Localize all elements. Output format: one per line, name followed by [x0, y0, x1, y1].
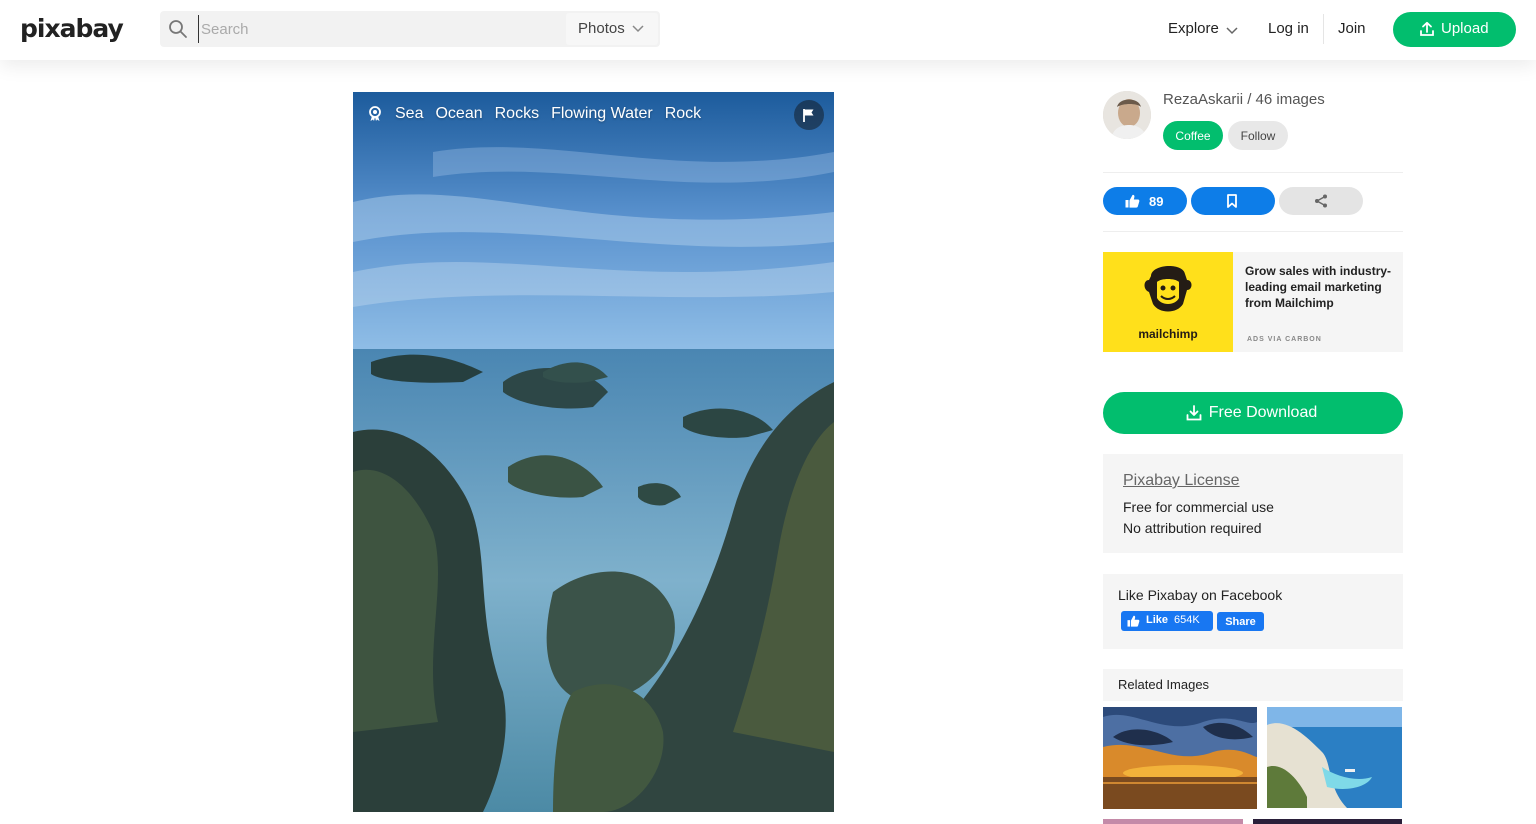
share-icon: [1315, 194, 1327, 208]
section-divider: [1103, 231, 1403, 232]
carbon-ad[interactable]: mailchimp Grow sales with industry-leadi…: [1103, 252, 1403, 352]
ad-text[interactable]: Grow sales with industry-leading email m…: [1245, 263, 1395, 311]
related-image-thumb[interactable]: [1103, 819, 1243, 824]
follow-button[interactable]: Follow: [1228, 121, 1288, 150]
avatar-image: [1103, 91, 1151, 139]
nav-divider: [1323, 14, 1324, 44]
search-input[interactable]: [198, 15, 558, 43]
related-image-thumb[interactable]: [1103, 707, 1257, 809]
author-avatar[interactable]: [1103, 91, 1151, 139]
download-label: Free Download: [1208, 404, 1318, 421]
ad-image: mailchimp: [1103, 252, 1233, 352]
login-link[interactable]: Log in: [1268, 20, 1309, 37]
facebook-like-button[interactable]: Like 654K: [1121, 611, 1213, 631]
related-images-header: Related Images: [1103, 669, 1403, 701]
license-line: Free for commercial use: [1123, 499, 1274, 515]
facebook-box: Like Pixabay on Facebook Like 654K Share: [1103, 574, 1403, 649]
facebook-like-label: Like: [1146, 614, 1169, 626]
tag-rocks[interactable]: Rocks: [495, 105, 539, 123]
tag-ocean[interactable]: Ocean: [435, 105, 482, 123]
media-type-label: Photos: [578, 20, 625, 37]
license-line: No attribution required: [1123, 520, 1262, 536]
search-bar: Photos: [160, 11, 660, 47]
tag-rock[interactable]: Rock: [665, 105, 701, 123]
thumbs-up-icon: [1125, 194, 1140, 208]
top-header: pixabay Photos Explore Log in Join Uploa…: [0, 0, 1536, 60]
explore-label: Explore: [1168, 20, 1219, 37]
coffee-button[interactable]: Coffee: [1163, 121, 1223, 150]
like-button[interactable]: 89: [1103, 187, 1187, 215]
seascape-image: [353, 92, 834, 812]
explore-menu[interactable]: Explore: [1168, 20, 1238, 37]
facebook-title: Like Pixabay on Facebook: [1118, 587, 1283, 603]
flag-icon: [803, 109, 814, 122]
tag-sea[interactable]: Sea: [395, 105, 423, 123]
section-divider: [1103, 172, 1403, 173]
ad-brand: mailchimp: [1138, 327, 1198, 341]
bookmark-icon: [1227, 194, 1237, 208]
related-image-thumb[interactable]: [1267, 707, 1402, 808]
download-icon: [1186, 405, 1202, 421]
media-type-select[interactable]: Photos: [566, 13, 658, 45]
beach-cove-thumbnail: [1267, 707, 1402, 808]
author-info[interactable]: RezaAskarii / 46 images: [1163, 91, 1325, 108]
tag-flowing-water[interactable]: Flowing Water: [551, 105, 653, 123]
upload-button[interactable]: Upload: [1393, 12, 1516, 47]
license-box: Pixabay License Free for commercial use …: [1103, 454, 1403, 553]
free-download-button[interactable]: Free Download: [1103, 392, 1403, 434]
sunset-thumbnail: [1103, 707, 1257, 809]
like-count: 89: [1149, 194, 1164, 209]
join-link[interactable]: Join: [1338, 20, 1366, 37]
chevron-down-icon: [632, 25, 644, 33]
main-photo[interactable]: Sea Ocean Rocks Flowing Water Rock: [353, 92, 834, 812]
tag-list: Sea Ocean Rocks Flowing Water Rock: [367, 105, 701, 123]
collect-button[interactable]: [1191, 187, 1275, 215]
badge-icon: [369, 106, 381, 121]
share-button[interactable]: [1279, 187, 1363, 215]
mailchimp-logo-icon: [1144, 265, 1192, 312]
pixabay-logo[interactable]: pixabay: [20, 14, 124, 43]
ad-via-label[interactable]: ADS VIA CARBON: [1247, 336, 1322, 343]
related-image-thumb[interactable]: [1253, 819, 1402, 824]
facebook-like-count: 654K: [1174, 614, 1200, 626]
license-link[interactable]: Pixabay License: [1123, 472, 1383, 490]
upload-label: Upload: [1441, 20, 1489, 37]
search-icon[interactable]: [168, 19, 188, 39]
facebook-share-button[interactable]: Share: [1217, 612, 1264, 631]
report-button[interactable]: [794, 100, 824, 130]
thumbs-up-icon: [1127, 615, 1140, 627]
chevron-down-icon: [1226, 27, 1238, 35]
upload-icon: [1420, 21, 1434, 36]
